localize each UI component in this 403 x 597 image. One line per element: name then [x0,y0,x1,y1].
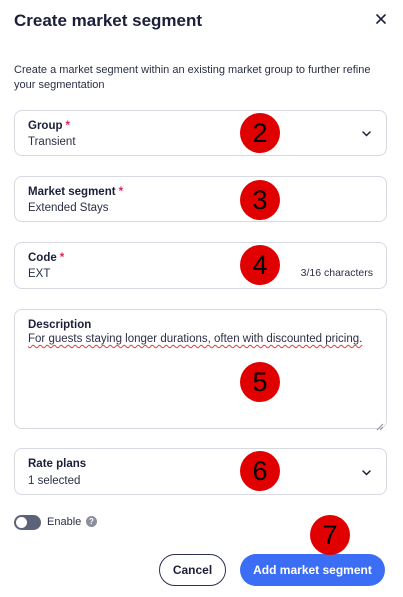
code-character-counter: 3/16 characters [300,267,373,279]
dialog-title: Create market segment [14,11,203,30]
cancel-button[interactable]: Cancel [159,554,226,586]
group-value: Transient [28,136,76,148]
help-icon[interactable]: ? [86,516,97,527]
dialog-subtitle: Create a market segment within an existi… [14,64,371,91]
enable-label: Enable [47,516,82,528]
description-textarea[interactable]: Description For guests staying longer du… [14,309,387,431]
group-select[interactable]: Group * Transient [14,110,387,156]
add-market-segment-button[interactable]: Add market segment [240,554,385,586]
toggle-knob [16,517,27,528]
market-segment-input[interactable]: Market segment * Extended Stays [14,176,387,222]
required-mark: * [59,252,65,264]
required-mark: * [65,120,70,132]
annotation-badge: 2 [240,113,280,153]
rate-plans-select[interactable]: Rate plans 1 selected [14,448,387,495]
enable-toggle[interactable] [14,515,41,530]
group-label: Group * [28,120,70,132]
annotation-badge: 6 [240,451,280,491]
code-label: Code * [28,252,65,264]
rate-plans-value: 1 selected [28,475,81,487]
resize-handle-icon[interactable] [376,418,384,431]
rate-plans-label: Rate plans [28,458,87,470]
annotation-badge: 7 [310,515,350,555]
code-input[interactable]: Code * EXT 3/16 characters [14,242,387,289]
market-segment-label: Market segment * [28,186,124,198]
code-value: EXT [28,268,51,280]
description-value: For guests staying longer durations, oft… [28,333,363,345]
annotation-badge: 5 [240,362,280,402]
chevron-down-icon[interactable] [360,128,372,140]
close-icon[interactable] [372,10,390,28]
chevron-down-icon[interactable] [360,467,372,479]
description-label: Description [28,319,92,331]
market-segment-value: Extended Stays [28,202,109,214]
annotation-badge: 4 [240,245,280,285]
annotation-badge: 3 [240,180,280,220]
required-mark: * [118,186,124,198]
